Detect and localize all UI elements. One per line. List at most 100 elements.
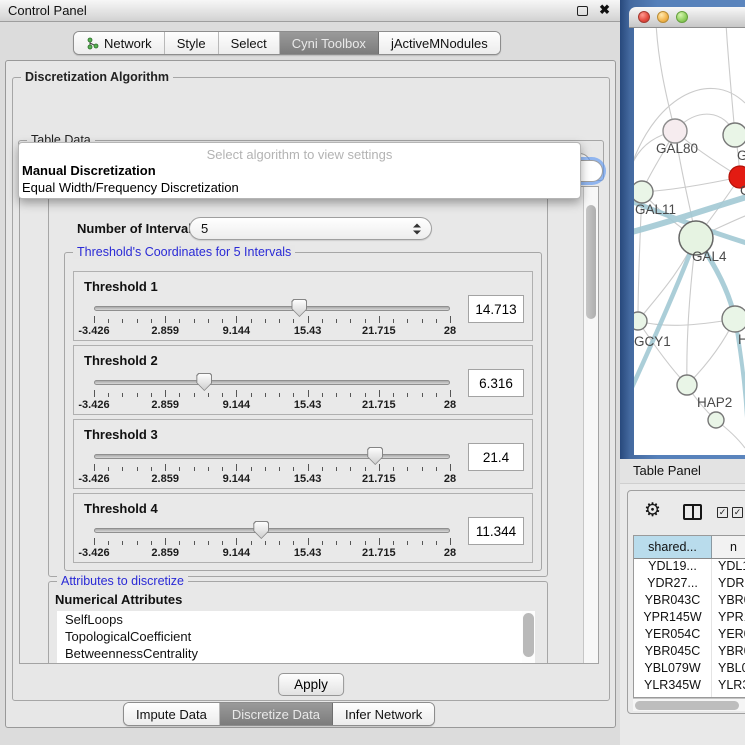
checkbox-icon[interactable]: ✓ (732, 507, 743, 518)
node-label: GAL4 (692, 249, 727, 264)
cyni-toolbox-panel: Discretization Algorithm Table Data galF… (5, 60, 616, 728)
thresholds-group-title: Threshold's Coordinates for 5 Intervals (73, 245, 295, 259)
gear-icon[interactable]: ⚙ (644, 499, 661, 522)
slider-track[interactable] (94, 454, 450, 459)
network-node[interactable] (663, 119, 687, 143)
parameters-scrollbar[interactable] (583, 187, 598, 663)
slider-thumb[interactable] (367, 447, 383, 465)
table-panel-title: Table Panel (633, 463, 701, 478)
threshold-row: Threshold 2 -3.4262.8599.14415.4321.7152… (73, 345, 533, 415)
threshold-row: Threshold 1 -3.4262.8599.14415.4321.7152… (73, 271, 533, 341)
tab-discretize-data[interactable]: Discretize Data (220, 703, 333, 725)
float-window-icon[interactable] (577, 6, 588, 16)
slider-thumb[interactable] (291, 299, 307, 317)
numerical-attributes-label: Numerical Attributes (55, 592, 182, 607)
threshold-slider[interactable]: -3.4262.8599.14415.4321.71528 (94, 450, 450, 488)
table-row[interactable]: YER054CYER0 (634, 627, 745, 644)
slider-track[interactable] (94, 380, 450, 385)
slider-thumb[interactable] (196, 373, 212, 391)
number-of-intervals-combobox[interactable]: 5 (189, 217, 432, 240)
tab-network[interactable]: Network (74, 32, 165, 54)
network-window-titlebar (629, 7, 745, 28)
table-row[interactable]: YDR27...YDR2 (634, 576, 745, 593)
list-item[interactable]: TopologicalCoefficient (57, 628, 535, 645)
number-of-intervals-value: 5 (201, 221, 208, 236)
network-canvas[interactable]: GAL80 GA C GAL11 GAL4 GCY1 H HAP2 (634, 28, 745, 455)
threshold-slider[interactable]: -3.4262.8599.14415.4321.71528 (94, 524, 450, 562)
apply-button[interactable]: Apply (278, 673, 344, 696)
network-node[interactable] (723, 123, 745, 147)
threshold-row: Threshold 4 -3.4262.8599.14415.4321.7152… (73, 493, 533, 563)
slider-tick-labels: -3.4262.8599.14415.4321.71528 (94, 325, 450, 337)
network-node[interactable] (708, 412, 724, 428)
attributes-group-title: Attributes to discretize (57, 574, 188, 588)
table-row[interactable]: YLR345WYLR3 (634, 678, 745, 695)
slider-track[interactable] (94, 528, 450, 533)
threshold-slider[interactable]: -3.4262.8599.14415.4321.71528 (94, 376, 450, 414)
threshold-value-field[interactable] (468, 517, 524, 545)
list-item[interactable]: BetweennessCentrality (57, 645, 535, 662)
column-header-name[interactable]: n (712, 536, 745, 558)
table-row[interactable]: YDL19...YDL1 (634, 559, 745, 576)
node-label: HAP2 (697, 395, 732, 410)
numerical-attributes-list[interactable]: SelfLoops TopologicalCoefficient Between… (57, 611, 535, 664)
traffic-light-green-icon[interactable] (676, 11, 688, 23)
threshold-row: Threshold 3 -3.4262.8599.14415.4321.7152… (73, 419, 533, 489)
control-panel-titlebar: Control Panel ✖ (0, 0, 620, 22)
tab-cyni-toolbox[interactable]: Cyni Toolbox (280, 32, 379, 54)
slider-tick-labels: -3.4262.8599.14415.4321.71528 (94, 547, 450, 559)
table-toolbar: ⚙ ✓ ✓ (628, 497, 745, 529)
slider-thumb[interactable] (253, 521, 269, 539)
slider-track[interactable] (94, 306, 450, 311)
tab-infer-network[interactable]: Infer Network (333, 703, 434, 725)
table-panel: ⚙ ✓ ✓ shared... n YDL19...YDL1 YDR27...Y… (627, 490, 745, 714)
column-header-shared-name[interactable]: shared... (634, 536, 712, 558)
threshold-value-field[interactable] (468, 443, 524, 471)
network-node[interactable] (677, 375, 697, 395)
network-node[interactable] (634, 181, 653, 203)
node-label: C (740, 183, 745, 198)
slider-tick-labels: -3.4262.8599.14415.4321.71528 (94, 399, 450, 411)
popup-item-equal-width-frequency[interactable]: Equal Width/Frequency Discretization (19, 179, 580, 196)
node-label: GCY1 (634, 334, 671, 349)
interval-definition-group: Interval Definition Number of Intervals … (48, 195, 548, 577)
network-node[interactable] (634, 312, 647, 330)
threshold-value-field[interactable] (468, 295, 524, 323)
split-columns-icon[interactable] (683, 504, 702, 520)
horizontal-scrollbar[interactable] (633, 698, 745, 711)
slider-ticks (94, 390, 450, 398)
threshold-value-field[interactable] (468, 369, 524, 397)
close-icon[interactable]: ✖ (599, 2, 610, 18)
traffic-light-red-icon[interactable] (638, 11, 650, 23)
node-label: H (738, 332, 745, 347)
tab-impute-data[interactable]: Impute Data (124, 703, 220, 725)
threshold-slider[interactable]: -3.4262.8599.14415.4321.71528 (94, 302, 450, 340)
table-row[interactable]: YBL079WYBL0 (634, 661, 745, 678)
checkbox-icon[interactable]: ✓ (717, 507, 728, 518)
tab-network-label: Network (104, 36, 152, 51)
threshold-label: Threshold 1 (84, 279, 158, 294)
list-scrollbar[interactable] (522, 611, 535, 664)
table-header-row: shared... n (634, 536, 745, 559)
slider-ticks (94, 316, 450, 324)
network-node-labels: GAL80 GA C GAL11 GAL4 GCY1 H HAP2 (634, 141, 745, 410)
thresholds-group: Threshold's Coordinates for 5 Intervals … (64, 252, 542, 571)
table-row[interactable]: YPR145WYPR1 (634, 610, 745, 627)
network-node[interactable] (722, 306, 745, 332)
tab-style[interactable]: Style (165, 32, 219, 54)
popup-item-manual-discretization[interactable]: Manual Discretization (19, 162, 580, 179)
threshold-label: Threshold 4 (84, 501, 158, 516)
node-label: GA (737, 148, 745, 163)
tab-jactivemnodules[interactable]: jActiveMNodules (379, 32, 500, 54)
tab-select[interactable]: Select (219, 32, 280, 54)
table-row[interactable]: YBR045CYBR0 (634, 644, 745, 661)
panel-title: Control Panel (8, 3, 87, 18)
node-label: GAL80 (656, 141, 698, 156)
table-row[interactable]: YBR043CYBR0 (634, 593, 745, 610)
list-item[interactable]: SelfLoops (57, 611, 535, 628)
slider-tick-labels: -3.4262.8599.14415.4321.71528 (94, 473, 450, 485)
table-panel-titlebar: Table Panel (620, 459, 745, 484)
threshold-label: Threshold 2 (84, 353, 158, 368)
top-tab-bar: Network Style Select Cyni Toolbox jActiv… (73, 31, 501, 55)
traffic-light-yellow-icon[interactable] (657, 11, 669, 23)
